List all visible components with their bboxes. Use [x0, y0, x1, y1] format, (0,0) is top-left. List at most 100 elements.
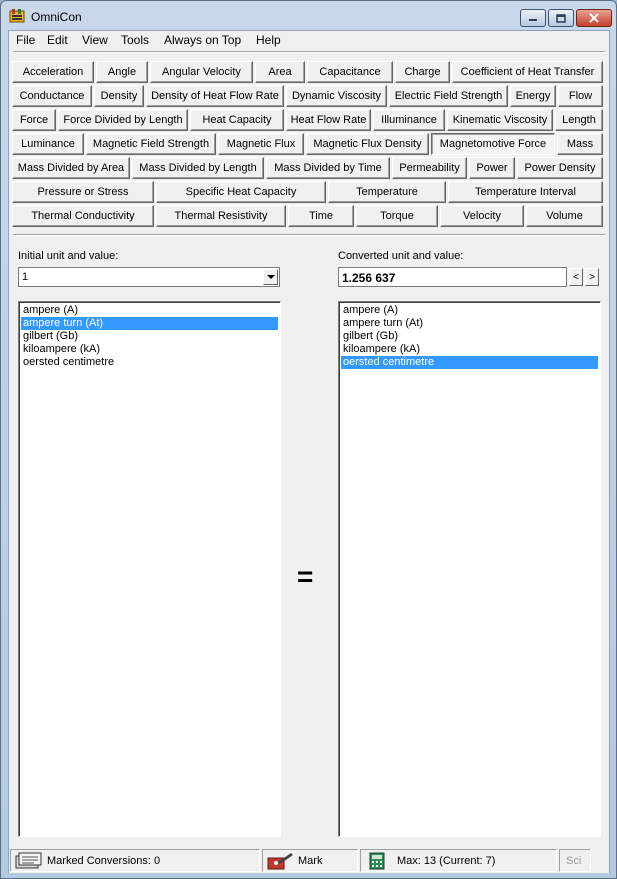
omnicon-app-icon	[9, 9, 25, 23]
quantity-button[interactable]: Coefficient of Heat Transfer	[452, 61, 603, 83]
converted-unit-item[interactable]: kiloampere (kA)	[341, 343, 598, 356]
converted-unit-label: Converted unit and value:	[338, 250, 464, 262]
quantity-button[interactable]: Mass	[557, 133, 603, 155]
chevron-right-icon: >	[589, 271, 595, 283]
quantity-button[interactable]: Volume	[526, 205, 603, 227]
equals-sign: =	[297, 561, 314, 592]
quantity-button[interactable]: Conductance	[12, 85, 92, 107]
initial-value-dropdown-button[interactable]	[263, 269, 278, 285]
chevron-left-icon: <	[573, 271, 579, 283]
quantity-button[interactable]: Mass Divided by Area	[12, 157, 130, 179]
sci-toggle[interactable]: Sci	[559, 849, 591, 872]
quantity-button[interactable]: Energy	[510, 85, 556, 107]
status-bar: Marked Conversions: 0 Mark Max: 13 (Curr…	[9, 849, 609, 873]
initial-unit-item[interactable]: ampere (A)	[21, 304, 278, 317]
max-current-panel: Max: 13 (Current: 7)	[360, 849, 557, 872]
quantity-button[interactable]: Charge	[395, 61, 450, 83]
quantity-button[interactable]: Velocity	[440, 205, 524, 227]
maximize-icon	[556, 13, 566, 23]
quantity-button[interactable]: Angle	[96, 61, 148, 83]
quantity-button[interactable]: Heat Flow Rate	[286, 109, 371, 131]
quantity-button[interactable]: Length	[555, 109, 603, 131]
menu-help[interactable]: Help	[256, 33, 281, 47]
quantity-button[interactable]: Temperature Interval	[448, 181, 603, 203]
initial-value[interactable]: 1	[22, 271, 28, 283]
close-icon	[589, 13, 599, 23]
mark-icon	[267, 853, 293, 870]
menu-separator	[13, 51, 605, 53]
menu-view[interactable]: View	[82, 33, 108, 47]
quantity-button[interactable]: Thermal Conductivity	[12, 205, 154, 227]
quantity-button[interactable]: Power	[469, 157, 515, 179]
window-title: OmniCon	[31, 10, 82, 24]
initial-unit-list[interactable]: ampere (A) ampere turn (At) gilbert (Gb)…	[18, 301, 281, 837]
previous-precision-button[interactable]: <	[569, 268, 583, 286]
grid-separator	[13, 234, 605, 236]
mark-label: Mark	[298, 855, 323, 867]
converted-unit-item[interactable]: ampere (A)	[341, 304, 598, 317]
converted-unit-item-selected[interactable]: oersted centimetre	[341, 356, 598, 369]
quantity-button[interactable]: Time	[288, 205, 354, 227]
quantity-button[interactable]: Temperature	[328, 181, 446, 203]
quantity-button[interactable]: Capacitance	[307, 61, 393, 83]
converted-unit-item[interactable]: gilbert (Gb)	[341, 330, 598, 343]
marked-conversions-panel[interactable]: Marked Conversions: 0	[10, 849, 260, 872]
quantity-button[interactable]: Illuminance	[373, 109, 445, 131]
quantity-button[interactable]: Dynamic Viscosity	[286, 85, 387, 107]
quantity-button[interactable]: Magnetic Flux Density	[306, 133, 429, 155]
initial-value-combo[interactable]: 1	[18, 267, 280, 287]
initial-unit-item[interactable]: gilbert (Gb)	[21, 330, 278, 343]
quantity-button[interactable]: Mass Divided by Time	[266, 157, 390, 179]
initial-unit-item[interactable]: kiloampere (kA)	[21, 343, 278, 356]
client-area: File Edit View Tools Always on Top Help …	[8, 30, 610, 873]
menu-edit[interactable]: Edit	[47, 33, 68, 47]
converted-unit-item[interactable]: ampere turn (At)	[341, 317, 598, 330]
converted-unit-list[interactable]: ampere (A) ampere turn (At) gilbert (Gb)…	[338, 301, 601, 837]
quantity-button[interactable]: Permeability	[392, 157, 467, 179]
omnicon-window: OmniCon File Edit View Tools Always on T…	[0, 0, 617, 879]
minimize-button[interactable]	[520, 9, 546, 27]
calculator-icon	[369, 852, 385, 870]
quantity-button[interactable]: Luminance	[12, 133, 84, 155]
quantity-button[interactable]: Thermal Resistivity	[156, 205, 286, 227]
quantity-button[interactable]: Magnetic Field Strength	[86, 133, 216, 155]
maximize-button[interactable]	[548, 9, 574, 27]
quantity-button[interactable]: Density of Heat Flow Rate	[146, 85, 284, 107]
quantity-button[interactable]: Angular Velocity	[150, 61, 253, 83]
quantity-button[interactable]: Kinematic Viscosity	[447, 109, 553, 131]
quantity-button[interactable]: Density	[94, 85, 144, 107]
quantity-button[interactable]: Flow	[558, 85, 603, 107]
title-bar[interactable]: OmniCon	[1, 1, 616, 31]
marked-conversions-icon	[15, 852, 42, 869]
sci-label: Sci	[566, 855, 582, 867]
menu-file[interactable]: File	[16, 33, 35, 47]
quantity-button[interactable]: Force	[12, 109, 56, 131]
quantity-button[interactable]: Mass Divided by Length	[132, 157, 264, 179]
quantity-button[interactable]: Acceleration	[12, 61, 94, 83]
converted-value: 1.256 637	[342, 271, 396, 285]
chevron-down-icon	[266, 275, 275, 279]
quantity-button[interactable]: Pressure or Stress	[12, 181, 154, 203]
close-button[interactable]	[576, 9, 612, 27]
quantity-button[interactable]: Specific Heat Capacity	[156, 181, 326, 203]
quantity-button[interactable]: Electric Field Strength	[389, 85, 508, 107]
mark-button[interactable]: Mark	[262, 849, 358, 872]
initial-unit-item-selected[interactable]: ampere turn (At)	[21, 317, 278, 330]
quantity-button-selected[interactable]: Magnetomotive Force	[431, 133, 555, 155]
menu-always-on-top[interactable]: Always on Top	[164, 33, 241, 47]
minimize-icon	[529, 19, 537, 21]
quantity-button[interactable]: Area	[255, 61, 305, 83]
quantity-button[interactable]: Power Density	[517, 157, 603, 179]
quantity-button[interactable]: Heat Capacity	[190, 109, 284, 131]
quantity-button[interactable]: Magnetic Flux	[218, 133, 304, 155]
converted-value-field[interactable]: 1.256 637	[338, 267, 567, 287]
marked-conversions-text: Marked Conversions: 0	[47, 855, 161, 867]
menu-bar: File Edit View Tools Always on Top Help	[9, 31, 609, 49]
quantity-button[interactable]: Force Divided by Length	[58, 109, 188, 131]
next-precision-button[interactable]: >	[585, 268, 599, 286]
menu-tools[interactable]: Tools	[121, 33, 149, 47]
max-current-text: Max: 13 (Current: 7)	[397, 855, 496, 867]
quantity-button[interactable]: Torque	[356, 205, 438, 227]
initial-unit-item[interactable]: oersted centimetre	[21, 356, 278, 369]
initial-unit-label: Initial unit and value:	[18, 250, 119, 262]
